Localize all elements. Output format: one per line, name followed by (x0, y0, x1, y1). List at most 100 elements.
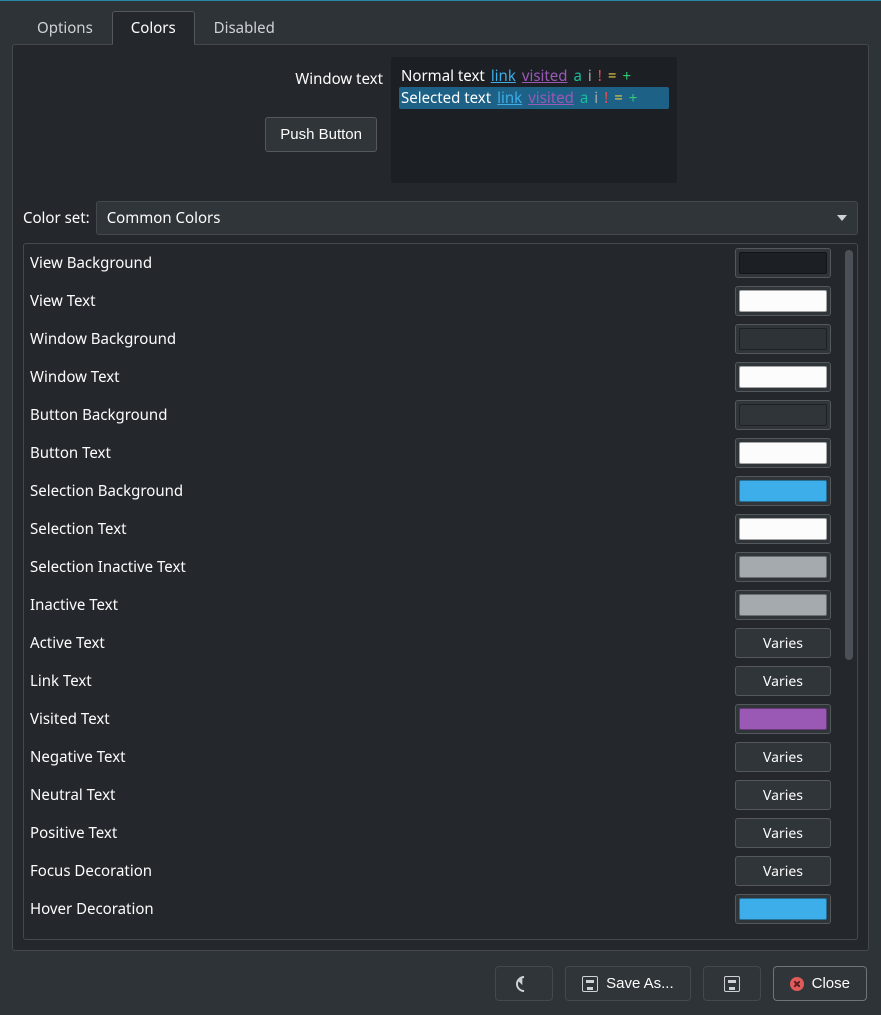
close-label: Close (812, 975, 850, 992)
color-swatch (739, 898, 827, 920)
undo-button[interactable] (495, 966, 553, 1001)
save-button[interactable] (703, 966, 761, 1001)
color-list-row[interactable]: Button Text (24, 434, 839, 472)
color-list-row[interactable]: Button Background (24, 396, 839, 434)
color-item-label: Selection Background (30, 481, 183, 501)
color-swatch-button[interactable]: Varies (735, 666, 831, 696)
color-swatch-button[interactable] (735, 894, 831, 924)
sample-neutral: = (614, 88, 623, 108)
tab-disabled[interactable]: Disabled (195, 11, 294, 45)
color-swatch-button[interactable]: Varies (735, 742, 831, 772)
color-set-row: Color set: Common Colors (23, 201, 858, 235)
color-swatch (739, 442, 827, 464)
color-item-label: Visited Text (30, 709, 110, 729)
tab-content-colors: Window text Push Button Normal text link… (12, 44, 869, 951)
save-icon (582, 976, 598, 992)
sample-inactive: i (594, 88, 598, 108)
undo-icon (513, 972, 536, 995)
color-swatch (739, 252, 827, 274)
color-list-row[interactable]: View Text (24, 282, 839, 320)
color-list-row[interactable]: Visited Text (24, 700, 839, 738)
color-list-row[interactable]: Active Text Varies (24, 624, 839, 662)
color-swatch (739, 708, 827, 730)
color-swatch-button[interactable] (735, 438, 831, 468)
color-swatch (739, 366, 827, 388)
color-swatch (739, 594, 827, 616)
varies-label: Varies (763, 786, 803, 805)
color-list-row[interactable]: Positive Text Varies (24, 814, 839, 852)
color-item-label: Active Text (30, 633, 105, 653)
color-item-label: Inactive Text (30, 595, 118, 615)
color-list-row[interactable]: Window Text (24, 358, 839, 396)
window-text-label: Window text (295, 69, 383, 89)
color-item-label: View Background (30, 253, 152, 273)
color-swatch-button[interactable] (735, 400, 831, 430)
preview-view: Normal text link visited a i ! = + Selec… (391, 57, 677, 183)
color-swatch-button[interactable] (735, 286, 831, 316)
sample-link: link (491, 66, 516, 86)
color-item-label: View Text (30, 291, 96, 311)
color-list-row[interactable]: Neutral TextVaries (24, 776, 839, 814)
color-item-label: Window Background (30, 329, 176, 349)
sample-visited: visited (528, 88, 574, 108)
color-list-row[interactable]: Inactive Text (24, 586, 839, 624)
sample-visited: visited (522, 66, 568, 86)
tab-options[interactable]: Options (18, 11, 112, 45)
color-list-row[interactable]: Selection Inactive Text (24, 548, 839, 586)
save-as-button[interactable]: Save As... (565, 966, 691, 1001)
color-swatch-button[interactable] (735, 590, 831, 620)
color-list-row[interactable]: Negative TextVaries (24, 738, 839, 776)
color-set-combobox[interactable]: Common Colors (96, 201, 858, 235)
varies-label: Varies (763, 634, 803, 653)
sample-row-normal[interactable]: Normal text link visited a i ! = + (399, 65, 669, 87)
color-swatch-button[interactable]: Varies (735, 856, 831, 886)
color-set-label: Color set: (23, 208, 90, 228)
color-item-label: Link Text (30, 671, 92, 691)
close-icon (790, 977, 804, 991)
color-item-label: Hover Decoration (30, 899, 154, 919)
color-list-row[interactable]: Selection Text (24, 510, 839, 548)
dialog-footer: Save As... Close (0, 960, 881, 1015)
tabbar: Options Colors Disabled (0, 1, 881, 45)
color-swatch-button[interactable] (735, 476, 831, 506)
color-item-label: Focus Decoration (30, 861, 152, 881)
color-swatch-button[interactable] (735, 362, 831, 392)
color-swatch-button[interactable] (735, 324, 831, 354)
color-list-row[interactable]: Selection Background (24, 472, 839, 510)
color-swatch-button[interactable]: Varies (735, 818, 831, 848)
color-list-row[interactable]: Hover Decoration (24, 890, 839, 928)
color-item-label: Button Background (30, 405, 167, 425)
scrollbar-thumb[interactable] (845, 250, 853, 660)
color-list-row[interactable]: Focus Decoration Varies (24, 852, 839, 890)
color-swatch-button[interactable] (735, 514, 831, 544)
color-swatch-button[interactable]: Varies (735, 780, 831, 810)
sample-active: a (574, 66, 582, 86)
sample-row-selected[interactable]: Selected text link visited a i ! = + (399, 87, 669, 109)
color-item-label: Positive Text (30, 823, 117, 843)
sample-negative: ! (598, 66, 602, 86)
varies-label: Varies (763, 672, 803, 691)
color-swatch-button[interactable] (735, 248, 831, 278)
scrollbar[interactable] (845, 250, 853, 933)
tab-colors[interactable]: Colors (112, 11, 195, 45)
color-swatch (739, 328, 827, 350)
color-list-row[interactable]: Window Background (24, 320, 839, 358)
push-button[interactable]: Push Button (265, 117, 377, 152)
color-item-label: Button Text (30, 443, 111, 463)
color-swatch-button[interactable] (735, 552, 831, 582)
color-list-row[interactable]: Link Text Varies (24, 662, 839, 700)
close-button[interactable]: Close (773, 966, 867, 1001)
sample-negative: ! (604, 88, 608, 108)
varies-label: Varies (763, 862, 803, 881)
sample-inactive: i (588, 66, 592, 86)
sample-positive: + (622, 66, 631, 86)
color-swatch-button[interactable] (735, 704, 831, 734)
sample-link: link (497, 88, 522, 108)
varies-label: Varies (763, 748, 803, 767)
color-list-row[interactable]: View Background (24, 244, 839, 282)
color-swatch-button[interactable]: Varies (735, 628, 831, 658)
sample-neutral: = (608, 66, 617, 86)
color-swatch (739, 290, 827, 312)
color-item-label: Selection Inactive Text (30, 557, 186, 577)
sample-selected-text: Selected text (401, 88, 491, 108)
